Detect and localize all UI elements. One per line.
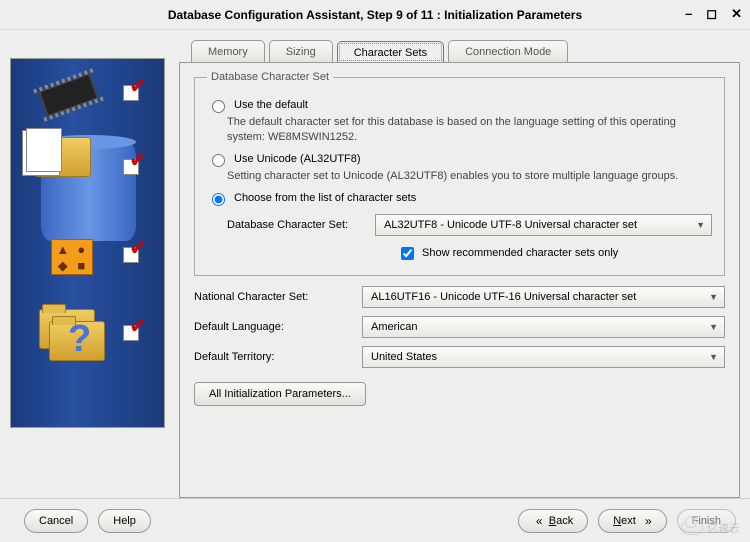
- radio-use-unicode[interactable]: [212, 154, 225, 167]
- tab-sizing[interactable]: Sizing: [269, 40, 333, 62]
- default-territory-select[interactable]: United States: [362, 346, 725, 368]
- close-icon[interactable]: ✕: [731, 6, 742, 22]
- button-label-rest: ext: [621, 515, 636, 527]
- database-charset-fieldset: Database Character Set Use the default T…: [194, 71, 725, 276]
- radio-use-default[interactable]: [212, 100, 225, 113]
- radio-choose-list[interactable]: [212, 193, 225, 206]
- radio-label: Use the default: [234, 99, 308, 111]
- national-charset-label: National Character Set:: [194, 291, 362, 303]
- folder-icon: ?: [49, 321, 105, 361]
- default-territory-label: Default Territory:: [194, 351, 362, 363]
- button-label: All Initialization Parameters...: [209, 388, 351, 400]
- select-value: United States: [371, 351, 437, 363]
- tab-bar: Memory Sizing Character Sets Connection …: [191, 40, 740, 62]
- tab-panel: Database Character Set Use the default T…: [179, 62, 740, 498]
- db-charset-select[interactable]: AL32UTF8 - Unicode UTF-8 Universal chara…: [375, 214, 712, 236]
- mnemonic: N: [613, 515, 621, 527]
- tab-connection-mode[interactable]: Connection Mode: [448, 40, 568, 62]
- chevron-left-icon: «: [536, 514, 540, 528]
- select-value: AL16UTF16 - Unicode UTF-16 Universal cha…: [371, 291, 636, 303]
- radio-label: Choose from the list of character sets: [234, 192, 416, 204]
- tab-memory[interactable]: Memory: [191, 40, 265, 62]
- next-button[interactable]: Next »: [598, 509, 666, 533]
- tab-label: Memory: [208, 46, 248, 58]
- titlebar: Database Configuration Assistant, Step 9…: [0, 0, 750, 30]
- db-charset-label: Database Character Set:: [207, 219, 375, 231]
- button-label: Cancel: [39, 515, 73, 527]
- select-value: AL32UTF8 - Unicode UTF-8 Universal chara…: [384, 219, 637, 231]
- shapes-icon: ▲●◆■: [51, 239, 93, 275]
- minimize-icon[interactable]: –: [685, 6, 692, 22]
- option-description: The default character set for this datab…: [227, 115, 712, 145]
- finish-button[interactable]: Finish: [677, 509, 736, 533]
- help-button[interactable]: Help: [98, 509, 151, 533]
- show-recommended-checkbox[interactable]: [401, 247, 414, 260]
- back-button[interactable]: « Back: [518, 509, 588, 533]
- fieldset-legend: Database Character Set: [207, 71, 333, 83]
- default-language-select[interactable]: American: [362, 316, 725, 338]
- maximize-icon[interactable]: ◻: [706, 6, 717, 22]
- option-description: Setting character set to Unicode (AL32UT…: [227, 169, 712, 184]
- tab-label: Sizing: [286, 46, 316, 58]
- chevron-right-icon: »: [645, 514, 649, 528]
- national-charset-select[interactable]: AL16UTF16 - Unicode UTF-16 Universal cha…: [362, 286, 725, 308]
- radio-label: Use Unicode (AL32UTF8): [234, 153, 361, 165]
- tab-label: Connection Mode: [465, 46, 551, 58]
- all-init-params-button[interactable]: All Initialization Parameters...: [194, 382, 366, 406]
- pages-icon: [26, 128, 62, 172]
- tab-character-sets[interactable]: Character Sets: [337, 41, 444, 63]
- button-label: Finish: [692, 515, 721, 527]
- checkmark-icon: ✔: [129, 313, 147, 339]
- mnemonic: B: [549, 515, 556, 527]
- default-language-label: Default Language:: [194, 321, 362, 333]
- chip-icon: [38, 72, 99, 117]
- cancel-button[interactable]: Cancel: [24, 509, 88, 533]
- button-label-rest: ack: [556, 515, 573, 527]
- select-value: American: [371, 321, 417, 333]
- checkbox-label: Show recommended character sets only: [422, 247, 618, 259]
- checkmark-icon: ✔: [129, 147, 147, 173]
- tab-label: Character Sets: [354, 47, 427, 59]
- checkmark-icon: ✔: [129, 73, 147, 99]
- folder-icon: [35, 137, 91, 177]
- button-label: Help: [113, 515, 136, 527]
- checkmark-icon: ✔: [129, 235, 147, 261]
- wizard-footer: Cancel Help « Back Next » Finish: [0, 498, 750, 542]
- window-title: Database Configuration Assistant, Step 9…: [168, 8, 582, 22]
- wizard-steps-sidebar: ✔ ✔ ▲●◆■ ✔ ? ✔: [10, 58, 165, 428]
- question-icon: ?: [68, 318, 91, 361]
